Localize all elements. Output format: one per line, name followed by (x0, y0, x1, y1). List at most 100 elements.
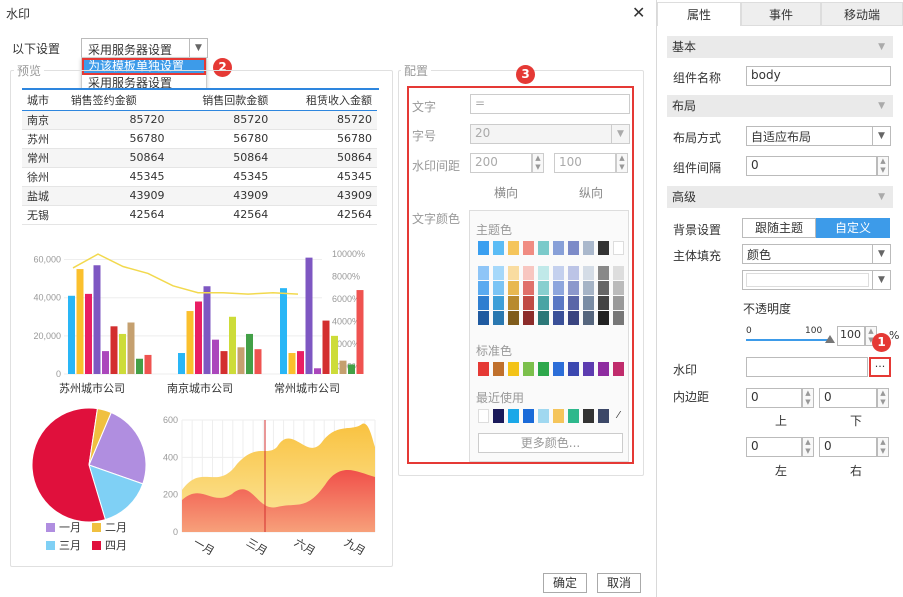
standard-color-swatch[interactable] (583, 362, 594, 376)
more-colors-button[interactable]: 更多颜色... (478, 433, 623, 453)
recent-color-swatch[interactable] (523, 409, 534, 423)
shade-color-swatch[interactable] (553, 281, 564, 295)
shade-color-swatch[interactable] (568, 296, 579, 310)
shade-color-swatch[interactable] (523, 281, 534, 295)
shade-color-swatch[interactable] (508, 281, 519, 295)
shade-color-swatch[interactable] (493, 296, 504, 310)
padding-right-input[interactable]: 0 (819, 437, 877, 457)
layout-mode-select[interactable]: 自适应布局 ▼ (746, 126, 891, 146)
ok-button[interactable]: 确定 (543, 573, 587, 593)
section-basic[interactable]: 基本 ▼ (667, 36, 893, 58)
shade-color-swatch[interactable] (598, 281, 609, 295)
tab-mobile[interactable]: 移动端 (821, 2, 903, 26)
shade-color-swatch[interactable] (478, 311, 489, 325)
shade-color-swatch[interactable] (553, 311, 564, 325)
section-advanced[interactable]: 高级 ▼ (667, 186, 893, 208)
shade-color-swatch[interactable] (538, 281, 549, 295)
settings-select[interactable]: 采用服务器设置 ▼ (81, 38, 208, 58)
color-picker-select[interactable]: ▼ (742, 270, 891, 290)
theme-color-swatch[interactable] (583, 241, 594, 255)
recent-color-swatch[interactable] (583, 409, 594, 423)
theme-color-swatch[interactable] (508, 241, 519, 255)
shade-color-swatch[interactable] (613, 281, 624, 295)
padding-right-stepper[interactable]: ▲ ▼ (877, 437, 889, 457)
watermark-more-button[interactable]: ··· (869, 357, 891, 377)
shade-color-swatch[interactable] (508, 296, 519, 310)
shade-color-swatch[interactable] (553, 296, 564, 310)
text-input[interactable]: = (470, 94, 630, 114)
recent-color-swatch[interactable] (553, 409, 564, 423)
shade-color-swatch[interactable] (523, 296, 534, 310)
theme-color-swatch[interactable] (613, 241, 624, 255)
theme-color-swatch[interactable] (568, 241, 579, 255)
tab-properties[interactable]: 属性 (657, 2, 741, 26)
shade-color-swatch[interactable] (478, 266, 489, 280)
shade-color-swatch[interactable] (583, 281, 594, 295)
recent-color-swatch[interactable] (538, 409, 549, 423)
font-size-select[interactable]: 20 ▼ (470, 124, 630, 144)
recent-color-swatch[interactable] (508, 409, 519, 423)
theme-color-swatch[interactable] (553, 241, 564, 255)
shade-color-swatch[interactable] (583, 296, 594, 310)
component-name-input[interactable]: body (746, 66, 891, 86)
shade-color-swatch[interactable] (598, 296, 609, 310)
padding-bottom-stepper[interactable]: ▲ ▼ (877, 388, 889, 408)
bg-follow-theme-button[interactable]: 跟随主题 (742, 218, 816, 238)
shade-color-swatch[interactable] (538, 296, 549, 310)
shade-color-swatch[interactable] (493, 311, 504, 325)
eyedropper-icon[interactable]: ⁄ (613, 409, 624, 423)
standard-color-swatch[interactable] (538, 362, 549, 376)
spacing-input[interactable]: 0 (746, 156, 877, 176)
standard-color-swatch[interactable] (508, 362, 519, 376)
shade-color-swatch[interactable] (598, 311, 609, 325)
spacing-h-stepper[interactable]: ▲ ▼ (532, 153, 544, 173)
recent-color-swatch[interactable] (493, 409, 504, 423)
shade-color-swatch[interactable] (598, 266, 609, 280)
shade-color-swatch[interactable] (613, 311, 624, 325)
opacity-slider-track[interactable] (746, 339, 830, 341)
shade-color-swatch[interactable] (613, 296, 624, 310)
recent-color-swatch[interactable] (478, 409, 489, 423)
shade-color-swatch[interactable] (523, 266, 534, 280)
shade-color-swatch[interactable] (523, 311, 534, 325)
padding-top-input[interactable]: 0 (746, 388, 802, 408)
section-layout[interactable]: 布局 ▼ (667, 95, 893, 117)
watermark-input[interactable] (746, 357, 868, 377)
shade-color-swatch[interactable] (568, 266, 579, 280)
spacing-h-input[interactable]: 200 (470, 153, 532, 173)
shade-color-swatch[interactable] (568, 281, 579, 295)
standard-color-swatch[interactable] (553, 362, 564, 376)
padding-bottom-input[interactable]: 0 (819, 388, 877, 408)
slider-handle[interactable] (825, 335, 835, 343)
recent-color-swatch[interactable] (598, 409, 609, 423)
shade-color-swatch[interactable] (583, 266, 594, 280)
shade-color-swatch[interactable] (493, 266, 504, 280)
close-icon[interactable]: ✕ (632, 3, 645, 22)
cancel-button[interactable]: 取消 (597, 573, 641, 593)
shade-color-swatch[interactable] (478, 281, 489, 295)
shade-color-swatch[interactable] (553, 266, 564, 280)
shade-color-swatch[interactable] (493, 281, 504, 295)
theme-color-swatch[interactable] (598, 241, 609, 255)
padding-top-stepper[interactable]: ▲ ▼ (802, 388, 814, 408)
shade-color-swatch[interactable] (538, 266, 549, 280)
shade-color-swatch[interactable] (508, 311, 519, 325)
theme-color-swatch[interactable] (478, 241, 489, 255)
theme-color-swatch[interactable] (538, 241, 549, 255)
tab-events[interactable]: 事件 (741, 2, 821, 26)
shade-color-swatch[interactable] (478, 296, 489, 310)
shade-color-swatch[interactable] (508, 266, 519, 280)
fill-select[interactable]: 颜色 ▼ (742, 244, 891, 264)
recent-color-swatch[interactable] (568, 409, 579, 423)
theme-color-swatch[interactable] (523, 241, 534, 255)
spacing-v-stepper[interactable]: ▲ ▼ (616, 153, 628, 173)
spacing-v-input[interactable]: 100 (554, 153, 616, 173)
standard-color-swatch[interactable] (493, 362, 504, 376)
standard-color-swatch[interactable] (598, 362, 609, 376)
shade-color-swatch[interactable] (613, 266, 624, 280)
standard-color-swatch[interactable] (478, 362, 489, 376)
bg-custom-button[interactable]: 自定义 (816, 218, 890, 238)
opacity-input[interactable]: 100 (837, 326, 865, 346)
spacing-stepper[interactable]: ▲ ▼ (877, 156, 889, 176)
shade-color-swatch[interactable] (568, 311, 579, 325)
